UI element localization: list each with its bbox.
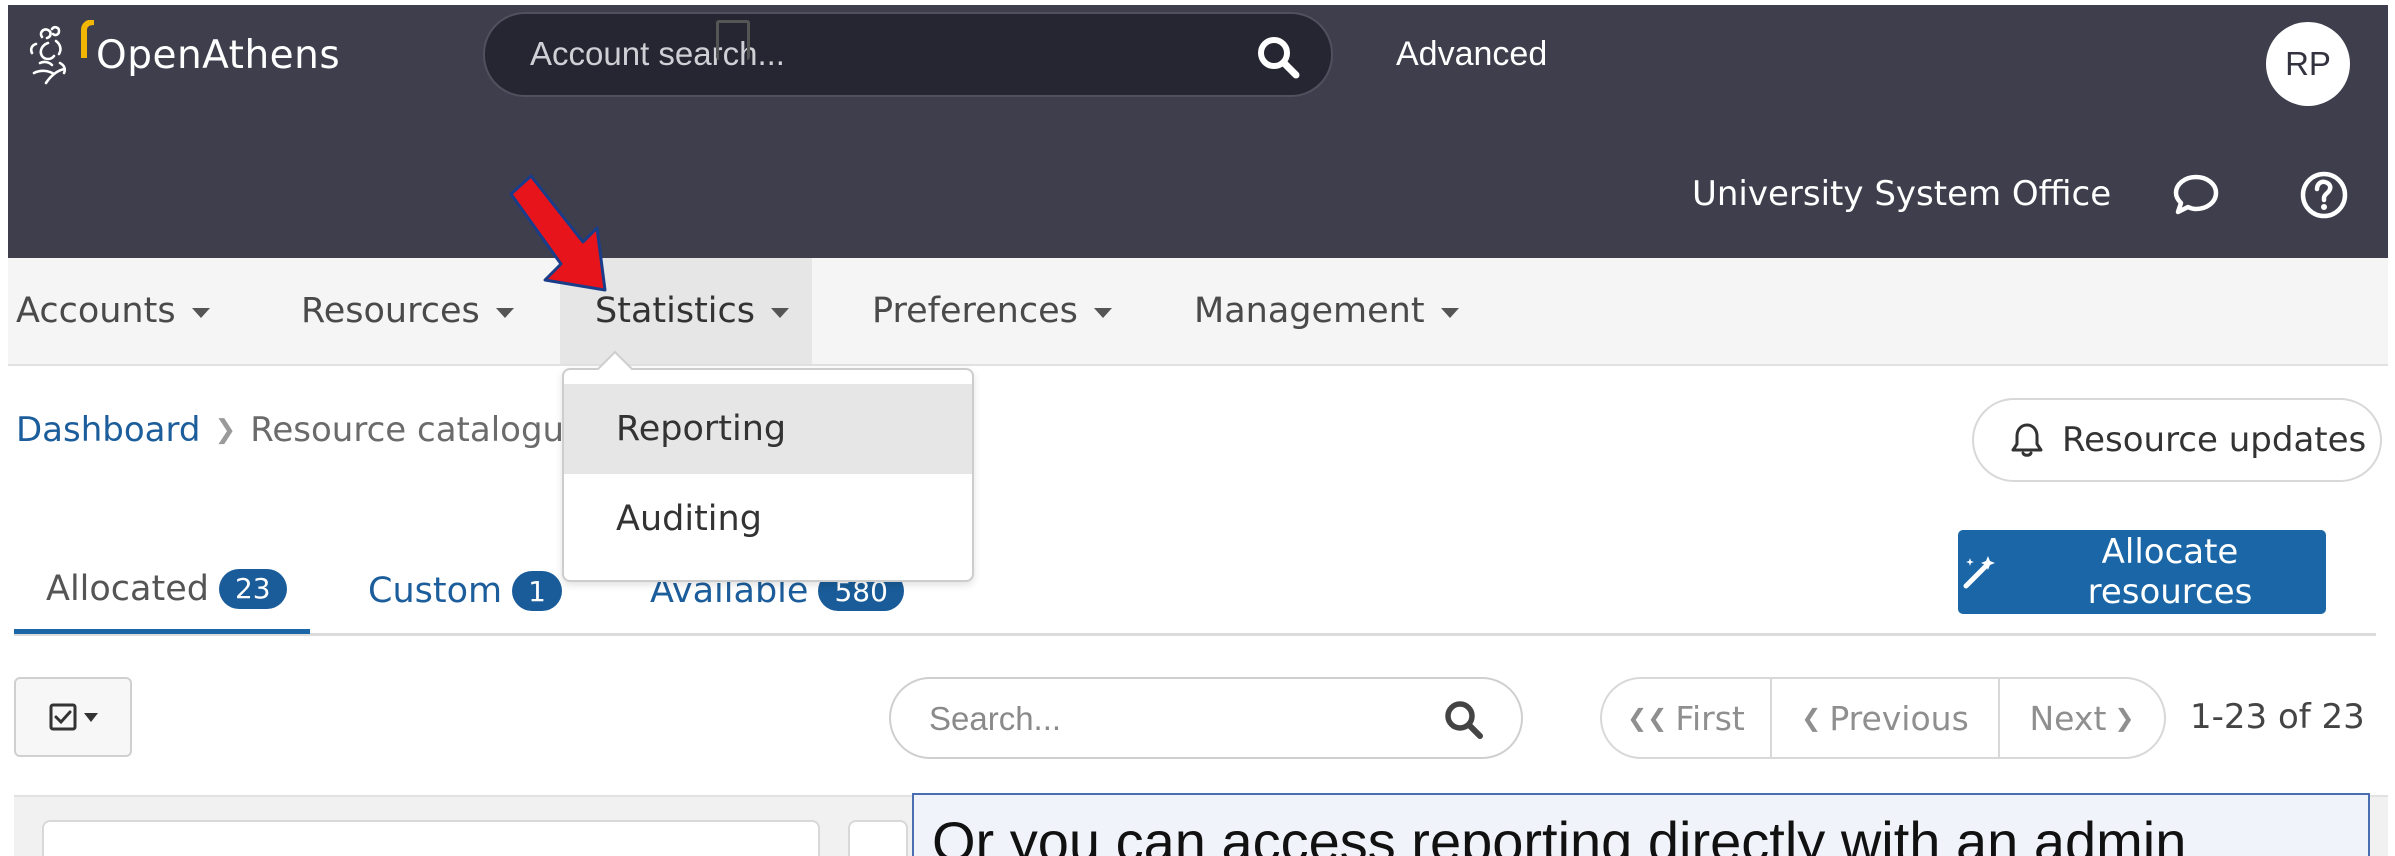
nav-preferences[interactable]: Preferences [872, 258, 1112, 364]
checkbox-icon [49, 703, 77, 731]
breadcrumb-dashboard-link[interactable]: Dashboard [16, 410, 200, 450]
resource-card[interactable] [848, 820, 908, 856]
nav-statistics-label: Statistics [595, 291, 755, 331]
search-icon[interactable] [1443, 699, 1485, 741]
chevron-left-icon: ❮ [1801, 704, 1822, 732]
previous-page-label: Previous [1829, 698, 1969, 738]
next-page-label: Next [2029, 698, 2107, 738]
nav-accounts[interactable]: Accounts [16, 258, 210, 364]
menu-item-auditing[interactable]: Auditing [564, 474, 972, 564]
caret-down-icon [495, 308, 514, 318]
main-navigation: Accounts Resources Statistics Preference… [8, 258, 2388, 366]
double-chevron-left-icon: ❮❮ [1627, 704, 1668, 732]
chevron-right-icon: ❯ [2114, 704, 2135, 732]
resource-updates-button[interactable]: Resource updates [1972, 398, 2382, 482]
chevron-right-icon: ❯ [214, 415, 237, 445]
caret-down-icon [771, 308, 789, 318]
allocate-resources-button[interactable]: Allocate resources [1958, 530, 2326, 614]
caret-down-icon [1440, 308, 1459, 318]
bell-icon [2011, 423, 2043, 457]
pagination: ❮❮ First ❮ Previous Next ❯ [1600, 677, 2166, 759]
nav-management-label: Management [1194, 291, 1425, 331]
avatar[interactable]: RP [2266, 22, 2350, 106]
menu-item-reporting-label: Reporting [616, 409, 787, 449]
annotation-callout: Or you can access reporting directly wit… [912, 793, 2370, 856]
account-search-input[interactable] [530, 34, 1230, 74]
nav-management[interactable]: Management [1194, 258, 1459, 364]
nav-resources[interactable]: Resources [301, 258, 514, 364]
statistics-dropdown-menu: Reporting Auditing [562, 368, 974, 582]
caret-down-icon [1093, 308, 1112, 318]
chat-icon[interactable] [2168, 167, 2224, 223]
search-icon[interactable] [1255, 34, 1301, 80]
resource-updates-label: Resource updates [2062, 420, 2367, 460]
first-page-button[interactable]: ❮❮ First [1602, 679, 1772, 757]
tab-custom[interactable]: Custom 1 [368, 548, 562, 634]
resource-logo-icon [81, 20, 95, 58]
resource-search-input[interactable] [929, 699, 1409, 739]
organization-name[interactable]: University System Office [1692, 174, 2111, 214]
nav-accounts-label: Accounts [16, 291, 176, 331]
tab-allocated[interactable]: Allocated 23 [14, 548, 310, 634]
tab-custom-count: 1 [512, 571, 562, 611]
caret-down-icon [84, 712, 98, 722]
brand-name: OpenAthens [96, 32, 341, 78]
card-options-icon[interactable] [716, 20, 750, 60]
pagination-count: 1-23 of 23 [2190, 697, 2365, 737]
annotation-arrow-icon [509, 174, 607, 292]
previous-page-button[interactable]: ❮ Previous [1772, 679, 2000, 757]
bulk-select-button[interactable] [14, 677, 132, 757]
tab-allocated-count: 23 [218, 568, 287, 609]
breadcrumb-current: Resource catalogue [250, 410, 585, 450]
caret-down-icon [191, 308, 210, 318]
first-page-label: First [1675, 698, 1745, 738]
breadcrumb: Dashboard ❯ Resource catalogue [16, 410, 585, 450]
resource-search-box [889, 677, 1523, 759]
menu-item-reporting[interactable]: Reporting [564, 384, 972, 474]
tab-allocated-label: Allocated [46, 568, 209, 609]
allocate-resources-label: Allocate resources [2087, 532, 2253, 612]
menu-item-auditing-label: Auditing [616, 499, 762, 539]
top-header: OpenAthens Advanced RP University System… [8, 5, 2388, 258]
annotation-text: Or you can access reporting directly wit… [932, 810, 2187, 856]
magic-wand-icon [1963, 556, 1995, 589]
next-page-button[interactable]: Next ❯ [2000, 679, 2164, 757]
advanced-search-link[interactable]: Advanced [1396, 35, 1547, 74]
tab-custom-label: Custom [368, 571, 503, 611]
nav-resources-label: Resources [301, 291, 480, 331]
help-icon[interactable] [2296, 167, 2352, 223]
resource-card[interactable] [42, 820, 820, 856]
nav-preferences-label: Preferences [872, 291, 1078, 331]
account-search-box [483, 12, 1333, 97]
